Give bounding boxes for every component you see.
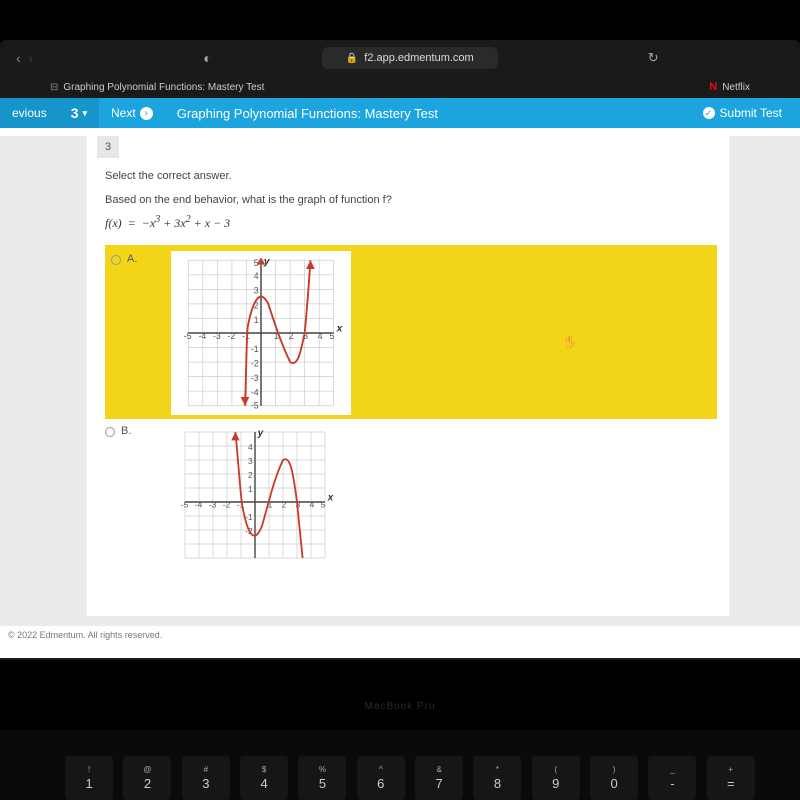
graph-A: y x -5-4-3-2-1 12345 54321 -1-2-3-4-5 [171, 251, 351, 415]
question-number-badge: 3 [97, 136, 119, 158]
svg-text:-2: -2 [251, 358, 259, 368]
svg-text:3: 3 [248, 456, 253, 466]
svg-text:1: 1 [248, 484, 253, 494]
keyboard: !1 @2 #3 $4 %5 ^6 &7 *8 (9 )0 _- += [0, 730, 800, 800]
key-1[interactable]: !1 [65, 756, 113, 800]
svg-text:-4: -4 [251, 388, 259, 398]
radio-B[interactable] [105, 427, 115, 437]
svg-text:-1: -1 [251, 344, 259, 354]
url-text: f2.app.edmentum.com [364, 52, 473, 64]
svg-text:-5: -5 [184, 331, 192, 341]
svg-text:4: 4 [248, 442, 253, 452]
svg-text:4: 4 [310, 500, 315, 510]
address-bar[interactable]: 🔒 f2.app.edmentum.com [322, 47, 498, 69]
question-formula: f(x) = −x3 + 3x2 + x − 3 [87, 210, 729, 241]
choice-A-highlight[interactable]: A. y [105, 245, 717, 419]
question-card: 3 Select the correct answer. Based on th… [87, 136, 729, 616]
key-7[interactable]: &7 [415, 756, 463, 800]
choice-A-label: A. [127, 253, 137, 265]
svg-text:-5: -5 [251, 401, 259, 411]
svg-text:y: y [263, 257, 271, 268]
tab-edmentum[interactable]: ⊟ Graphing Polynomial Functions: Mastery… [40, 82, 274, 93]
tab-icon: ⊟ [50, 82, 58, 93]
question-prompt: Based on the end behavior, what is the g… [87, 184, 729, 210]
svg-text:y: y [257, 428, 264, 439]
svg-text:x: x [336, 324, 343, 335]
svg-text:3: 3 [254, 286, 259, 296]
svg-text:2: 2 [289, 331, 294, 341]
svg-text:2: 2 [248, 470, 253, 480]
back-button[interactable]: ‹ [16, 50, 21, 66]
key-8[interactable]: *8 [473, 756, 521, 800]
lock-icon: 🔒 [346, 53, 358, 64]
key-2[interactable]: @2 [123, 756, 171, 800]
svg-text:4: 4 [318, 331, 323, 341]
tab-netflix[interactable]: N Netflix [699, 81, 760, 93]
key-0[interactable]: )0 [590, 756, 638, 800]
choice-B-row[interactable]: B. y x -5-4-3-2-1 12345 [87, 419, 729, 567]
svg-text:-3: -3 [209, 500, 217, 510]
svg-text:x: x [327, 493, 334, 504]
next-button[interactable]: Next › [99, 98, 165, 128]
netflix-icon: N [709, 81, 717, 93]
cursor-icon: ✋ [562, 335, 577, 349]
check-icon: ✓ [703, 107, 715, 119]
tab-label: Graphing Polynomial Functions: Mastery T… [63, 82, 264, 93]
key-3[interactable]: #3 [182, 756, 230, 800]
key-4[interactable]: $4 [240, 756, 288, 800]
laptop-screen: ‹ › ◐ 🔒 f2.app.edmentum.com ↻ ⊟ Graphing… [0, 40, 800, 660]
app-viewport: evious 3 ▾ Next › Graphing Polynomial Fu… [0, 98, 800, 658]
key-6[interactable]: ^6 [357, 756, 405, 800]
svg-text:5: 5 [321, 500, 326, 510]
choice-B-label: B. [121, 425, 131, 437]
key-5[interactable]: %5 [298, 756, 346, 800]
browser-toolbar: ‹ › ◐ 🔒 f2.app.edmentum.com ↻ [0, 40, 800, 76]
radio-A[interactable] [111, 255, 121, 265]
choice-A-row: A. y [87, 241, 729, 419]
content-area: 3 Select the correct answer. Based on th… [0, 136, 800, 646]
key-9[interactable]: (9 [532, 756, 580, 800]
browser-tabs: ⊟ Graphing Polynomial Functions: Mastery… [0, 76, 800, 98]
question-number-dropdown[interactable]: 3 ▾ [59, 98, 99, 128]
key-equals[interactable]: += [707, 756, 755, 800]
svg-text:5: 5 [254, 258, 259, 268]
submit-test-button[interactable]: ✓ Submit Test [703, 106, 800, 120]
next-arrow-icon: › [140, 107, 153, 120]
svg-text:-3: -3 [213, 331, 221, 341]
privacy-shield-icon[interactable]: ◐ [203, 50, 211, 66]
test-toolbar: evious 3 ▾ Next › Graphing Polynomial Fu… [0, 98, 800, 128]
tab-label: Netflix [722, 82, 750, 93]
svg-text:1: 1 [254, 315, 259, 325]
svg-text:5: 5 [330, 331, 335, 341]
svg-text:2: 2 [282, 500, 287, 510]
svg-text:-4: -4 [199, 331, 207, 341]
key-minus[interactable]: _- [648, 756, 696, 800]
chevron-down-icon: ▾ [82, 108, 87, 119]
previous-button[interactable]: evious [0, 98, 59, 128]
svg-text:-4: -4 [195, 500, 203, 510]
forward-button[interactable]: › [29, 50, 34, 66]
question-instruction: Select the correct answer. [87, 158, 729, 184]
svg-text:-3: -3 [251, 373, 259, 383]
svg-text:-5: -5 [181, 500, 189, 510]
svg-text:-2: -2 [223, 500, 231, 510]
reload-button[interactable]: ↻ [648, 50, 659, 66]
svg-text:-2: -2 [228, 331, 236, 341]
svg-text:4: 4 [254, 271, 259, 281]
graph-B: y x -5-4-3-2-1 12345 4321 -1-2 [165, 423, 345, 567]
footer-copyright: © 2022 Edmentum. All rights reserved. [0, 626, 800, 646]
page-title: Graphing Polynomial Functions: Mastery T… [165, 106, 703, 121]
laptop-model-label: MacBook Pro [0, 701, 800, 712]
